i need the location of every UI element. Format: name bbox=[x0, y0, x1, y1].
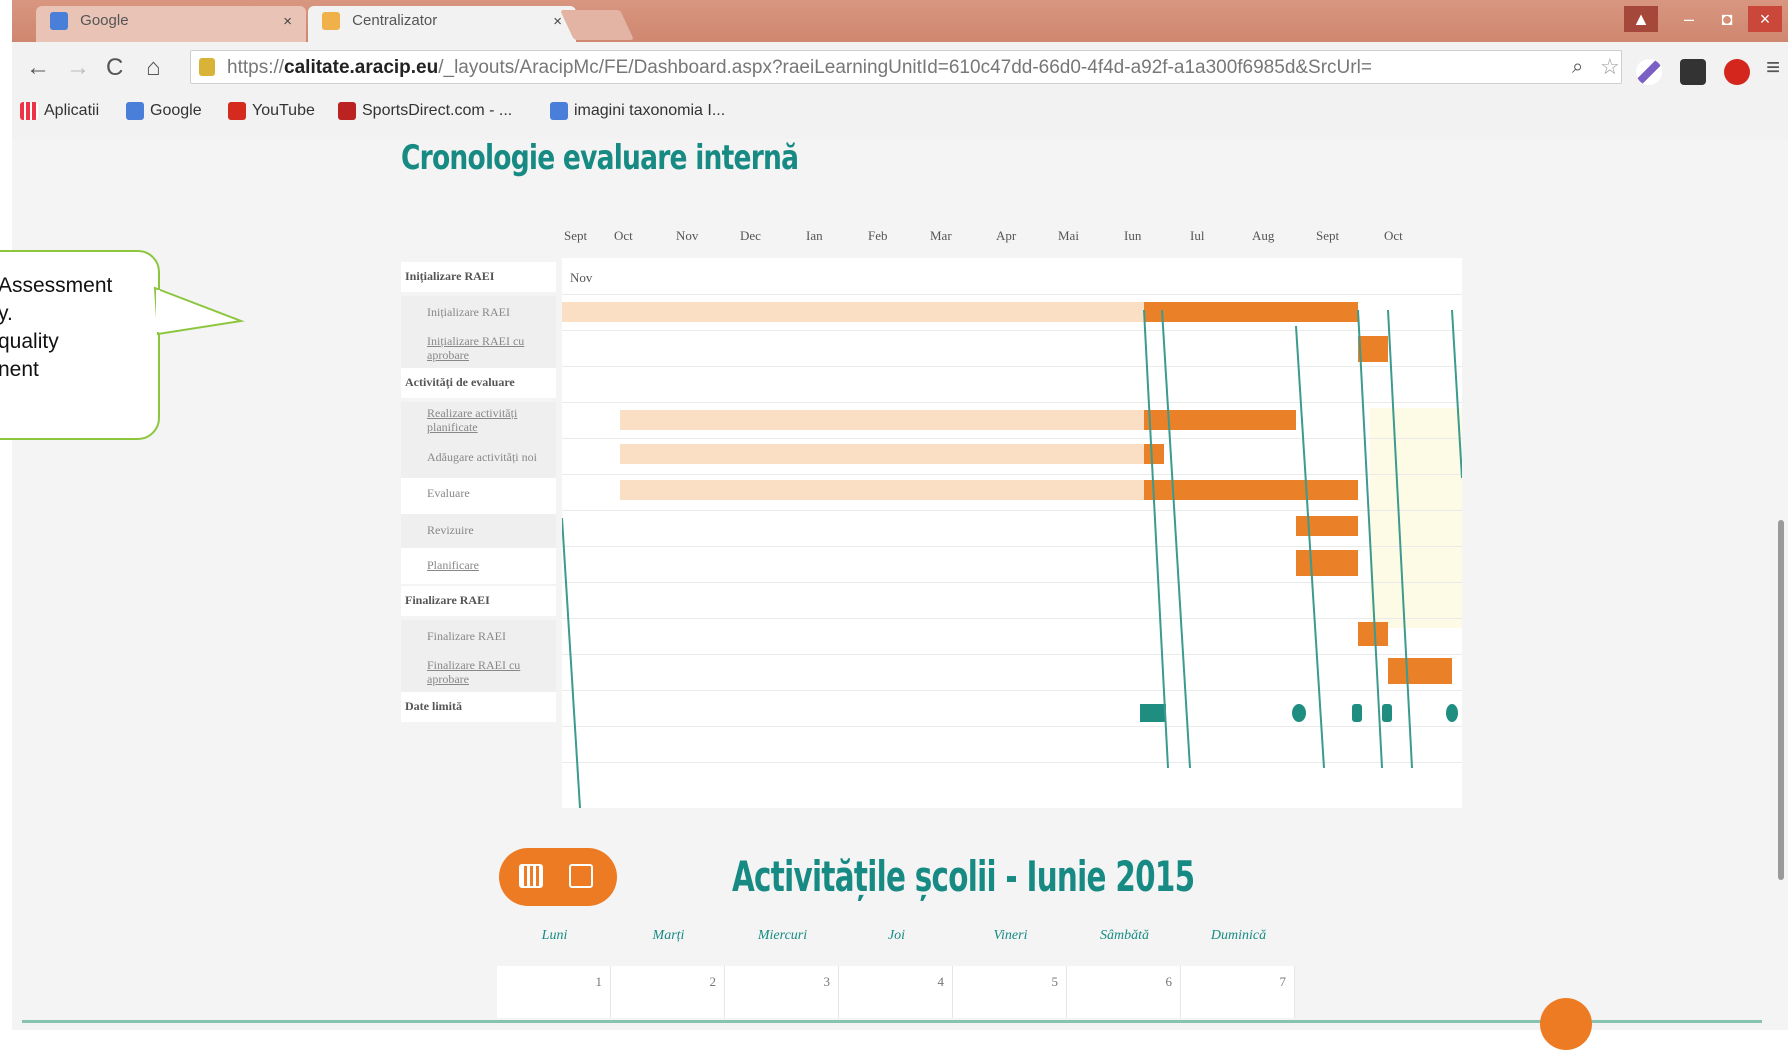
calendar-title: Activitățile școlii - Iunie 2015 bbox=[732, 852, 1195, 901]
timeline-title: Cronologie evaluare internă bbox=[401, 138, 799, 178]
callout-pointer bbox=[153, 286, 245, 336]
calendar-day-cell[interactable]: 2 bbox=[611, 966, 725, 1018]
month-label: Oct bbox=[614, 228, 633, 243]
bookmark-label: imagini taxonomia I... bbox=[574, 102, 726, 120]
tab-label: Centralizator bbox=[352, 12, 438, 29]
month-label: Iul bbox=[1190, 228, 1205, 243]
bookmark-sportsdirect[interactable]: SportsDirect.com - ... bbox=[338, 102, 512, 120]
page-favicon-icon bbox=[322, 12, 340, 31]
calendar-month-icon[interactable] bbox=[519, 864, 543, 888]
row-label: Evaluare bbox=[401, 478, 556, 514]
row-label-link[interactable]: Inițializare RAEI cu aprobare bbox=[401, 330, 556, 368]
calendar-day-header: Joi bbox=[887, 928, 906, 943]
calendar-day-cell[interactable]: 4 bbox=[839, 966, 953, 1018]
calendar-day-header: Miercuri bbox=[757, 928, 808, 943]
pen-extension-icon[interactable] bbox=[1636, 59, 1662, 85]
month-label: Sept bbox=[1316, 228, 1340, 243]
calendar-day-cell[interactable]: 3 bbox=[725, 966, 839, 1018]
row-label: Adăugare activități noi bbox=[401, 442, 556, 478]
row-label: Finalizare RAEI bbox=[401, 620, 556, 654]
footer-divider bbox=[22, 1020, 1762, 1023]
row-label-group: Activități de evaluare bbox=[401, 368, 556, 398]
month-label: Nov bbox=[676, 228, 699, 243]
browser-toolbar: ← → C ⌂ https://calitate.aracip.eu/_layo… bbox=[12, 42, 1788, 94]
star-icon[interactable]: ☆ bbox=[1600, 54, 1620, 80]
tab-close-icon[interactable]: × bbox=[553, 13, 562, 30]
new-tab-button[interactable] bbox=[560, 10, 634, 40]
url-host: calitate.aracip.eu bbox=[284, 57, 439, 78]
browser-chrome: Google × Centralizator × ▲ – ◘ × ← → C ⌂… bbox=[12, 0, 1788, 139]
month-label: Sept bbox=[564, 228, 588, 243]
google-icon bbox=[550, 102, 568, 120]
row-label-group: Date limită bbox=[401, 692, 556, 722]
calendar-day-cell[interactable]: 5 bbox=[953, 966, 1067, 1018]
bookmark-label: YouTube bbox=[252, 102, 315, 120]
gantt-chart: Nov bbox=[562, 258, 1462, 808]
tab-strip: Google × Centralizator × ▲ – ◘ × bbox=[12, 0, 1788, 42]
address-bar[interactable]: https://calitate.aracip.eu/_layouts/Arac… bbox=[190, 50, 1622, 84]
row-label-link[interactable]: Finalizare RAEI cu aprobare bbox=[401, 654, 556, 692]
calendar-view-toggle[interactable] bbox=[499, 848, 617, 906]
search-icon[interactable]: ⌕ bbox=[1572, 56, 1583, 79]
month-label: Ian bbox=[806, 228, 823, 243]
profile-icon[interactable]: ▲ bbox=[1624, 6, 1658, 32]
month-label: Mar bbox=[930, 228, 952, 243]
calendar-day-cell[interactable]: 6 bbox=[1067, 966, 1181, 1018]
calendar-day-header: Vineri bbox=[993, 928, 1028, 943]
tab-close-icon[interactable]: × bbox=[283, 13, 292, 30]
row-label-group: Inițializare RAEI bbox=[401, 262, 556, 292]
adblock-icon[interactable] bbox=[1724, 59, 1750, 85]
timeline-row-labels: Inițializare RAEI Inițializare RAEI Iniț… bbox=[401, 258, 561, 728]
month-label: Mai bbox=[1058, 228, 1079, 243]
calendar-day-header: Luni bbox=[541, 928, 568, 943]
month-label: Iun bbox=[1124, 228, 1142, 243]
calendar-day-cell[interactable]: 7 bbox=[1181, 966, 1295, 1018]
month-label: Apr bbox=[996, 228, 1017, 243]
row-label: Inițializare RAEI bbox=[401, 296, 556, 330]
page-scrollbar[interactable] bbox=[1778, 520, 1784, 880]
calendar-day-header: Duminică bbox=[1210, 928, 1267, 943]
floating-action-button[interactable] bbox=[1540, 998, 1592, 1050]
month-label: Oct bbox=[1384, 228, 1403, 243]
layers-extension-icon[interactable] bbox=[1680, 59, 1706, 85]
sportsdirect-icon bbox=[338, 102, 356, 120]
calendar-day-header: Sâmbătă bbox=[1100, 928, 1149, 943]
calendar-day-header: Marți bbox=[652, 928, 685, 943]
calendar-day-icon[interactable] bbox=[569, 864, 593, 888]
bookmarks-bar: Aplicatii Google YouTube SportsDirect.co… bbox=[12, 94, 1788, 134]
dependency-lines bbox=[562, 309, 1462, 808]
tab-centralizator[interactable]: Centralizator × bbox=[308, 6, 576, 42]
row-label-link[interactable]: Realizare activități planificate bbox=[401, 402, 556, 442]
url-path: /_layouts/AracipMc/FE/Dashboard.aspx?rae… bbox=[438, 57, 1372, 78]
close-window-icon[interactable]: × bbox=[1748, 6, 1782, 32]
month-label: Aug bbox=[1252, 228, 1275, 243]
calendar-day-cell[interactable]: 1 bbox=[497, 966, 611, 1018]
bookmark-taxonomia[interactable]: imagini taxonomia I... bbox=[550, 102, 725, 120]
month-label: Dec bbox=[740, 228, 761, 243]
maximize-icon[interactable]: ◘ bbox=[1710, 6, 1744, 32]
bookmark-label: SportsDirect.com - ... bbox=[362, 102, 513, 120]
row-label-link[interactable]: Planificare bbox=[401, 548, 556, 584]
minimize-icon[interactable]: – bbox=[1672, 6, 1706, 32]
row-label: Revizuire bbox=[401, 514, 556, 548]
month-label: Feb bbox=[868, 228, 888, 243]
row-label-group: Finalizare RAEI bbox=[401, 586, 556, 616]
menu-icon[interactable]: ≡ bbox=[1766, 54, 1780, 82]
timeline-months: Sept Oct Nov Dec Ian Feb Mar Apr Mai Iun… bbox=[562, 214, 1430, 258]
